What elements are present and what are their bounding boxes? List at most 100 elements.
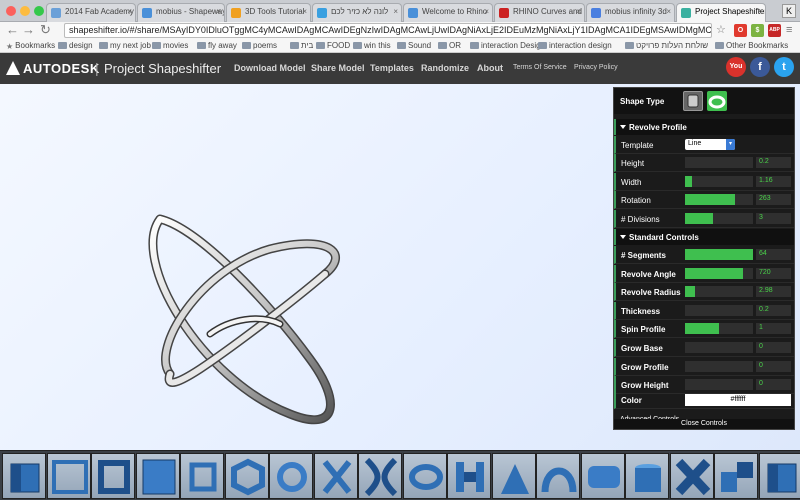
bookmark-folder[interactable]: OR — [438, 41, 461, 50]
cylinder-shape-button[interactable] — [683, 91, 703, 111]
control-slider[interactable] — [685, 304, 753, 316]
control-slider[interactable] — [685, 323, 753, 335]
template-thumbnail[interactable] — [536, 453, 580, 499]
control-value-input[interactable]: 263 — [756, 194, 791, 206]
browser-tab[interactable]: לונה לא כזיר לכם × — [312, 3, 402, 22]
star-icon[interactable]: ☆ — [716, 23, 726, 37]
facebook-icon[interactable]: f — [750, 57, 770, 77]
control-value-input[interactable]: 0.2 — [756, 157, 791, 168]
template-thumbnail[interactable] — [224, 453, 269, 499]
close-tab-icon[interactable]: × — [393, 7, 398, 16]
terms-link[interactable]: Terms Of Service — [513, 64, 567, 71]
control-value-input[interactable]: 0 — [756, 342, 791, 353]
template-thumbnail[interactable] — [625, 453, 669, 499]
browser-tab[interactable]: Project Shapeshifter × — [676, 3, 766, 22]
control-value-input[interactable]: 1.16 — [756, 175, 791, 187]
bookmark-folder[interactable]: my next job — [99, 41, 151, 50]
menu-icon[interactable]: ≡ — [786, 23, 792, 37]
bookmark-folder[interactable]: poems — [242, 41, 277, 50]
control-value-input[interactable]: 3 — [756, 212, 791, 224]
bookmark-folder[interactable]: Sound — [397, 41, 431, 50]
close-tab-icon[interactable]: × — [127, 7, 132, 16]
browser-tab[interactable]: 3D Tools Tutorial × — [226, 3, 311, 22]
adblock-extension-icon[interactable]: ABP — [768, 24, 781, 37]
color-input[interactable]: #ffffff — [685, 394, 791, 406]
template-thumbnail[interactable] — [313, 453, 358, 499]
close-window-icon[interactable] — [6, 6, 16, 16]
template-thumbnail[interactable] — [402, 453, 447, 499]
randomize-link[interactable]: Randomize — [421, 63, 469, 73]
privacy-link[interactable]: Privacy Policy — [574, 64, 618, 71]
template-thumbnail[interactable] — [580, 453, 625, 499]
close-tab-icon[interactable]: × — [576, 7, 581, 16]
bookmarks-star-item[interactable]: ★ Bookmarks — [6, 41, 55, 51]
control-value-input[interactable]: 720 — [756, 267, 791, 279]
control-slider[interactable] — [685, 194, 753, 206]
share-model-link[interactable]: Share Model — [311, 63, 365, 73]
control-slider[interactable] — [685, 249, 753, 260]
control-value-input[interactable]: 0 — [756, 379, 791, 391]
template-thumbnail[interactable] — [269, 453, 313, 499]
template-thumbnail[interactable] — [91, 453, 135, 499]
control-slider[interactable] — [685, 212, 753, 224]
bookmark-folder[interactable]: interaction Design — [470, 41, 545, 50]
template-thumbnail[interactable] — [46, 453, 91, 499]
close-tab-icon[interactable]: × — [757, 7, 762, 16]
bookmark-folder[interactable]: movies — [152, 41, 188, 50]
back-arrow-icon[interactable]: ← — [6, 23, 19, 37]
reload-icon[interactable]: ↻ — [40, 23, 51, 37]
close-controls-button[interactable]: Close Controls — [614, 419, 794, 429]
download-model-link[interactable]: Download Model — [234, 63, 306, 73]
bookmark-folder[interactable]: fly away — [197, 41, 237, 50]
browser-tab[interactable]: mobius - Shapeways × — [137, 3, 225, 22]
control-value-input[interactable]: 0 — [756, 360, 791, 372]
youtube-icon[interactable]: You — [726, 57, 746, 77]
bookmark-folder[interactable]: interaction design — [538, 41, 612, 50]
close-tab-icon[interactable]: × — [666, 7, 671, 16]
close-tab-icon[interactable]: × — [216, 7, 221, 16]
template-thumbnail[interactable] — [358, 453, 402, 499]
template-select[interactable]: Line ▾ — [685, 139, 735, 150]
browser-tab[interactable]: 2014 Fab Academy × — [46, 3, 136, 22]
browser-tab[interactable]: Welcome to Rhino × — [403, 3, 493, 22]
control-slider[interactable] — [685, 360, 753, 372]
browser-tab[interactable]: mobius infinity 3d × — [586, 3, 675, 22]
template-thumbnail[interactable] — [180, 453, 224, 499]
close-tab-icon[interactable]: × — [302, 7, 307, 16]
control-slider[interactable] — [685, 379, 753, 391]
template-thumbnail[interactable] — [491, 453, 536, 499]
opera-extension-icon[interactable]: O — [734, 24, 747, 37]
control-slider[interactable] — [685, 175, 753, 187]
maximize-window-icon[interactable] — [34, 6, 44, 16]
bookmark-folder[interactable]: בית — [290, 41, 313, 50]
control-value-input[interactable]: 1 — [756, 323, 791, 335]
control-value-input[interactable]: 0.2 — [756, 304, 791, 316]
bookmark-folder[interactable]: שולחת העלות פרויקט — [625, 41, 708, 50]
control-value-input[interactable]: 64 — [756, 249, 791, 260]
bookmark-folder[interactable]: design — [58, 41, 93, 50]
ring-shape-button[interactable] — [707, 91, 727, 111]
minimize-window-icon[interactable] — [20, 6, 30, 16]
template-thumbnail[interactable] — [669, 453, 714, 499]
control-value-input[interactable]: 2.98 — [756, 286, 791, 298]
template-thumbnail[interactable] — [135, 453, 180, 499]
template-thumbnail[interactable] — [447, 453, 491, 499]
standard-controls-header[interactable]: Standard Controls — [614, 229, 794, 245]
forward-arrow-icon[interactable]: → — [22, 23, 35, 37]
twitter-icon[interactable]: t — [774, 57, 794, 77]
control-slider[interactable] — [685, 267, 753, 279]
about-link[interactable]: About — [477, 63, 503, 73]
address-bar[interactable]: shapeshifter.io/#/share/MSAyIDY0IDluOTgg… — [64, 23, 712, 38]
price-extension-icon[interactable]: $ — [751, 24, 764, 37]
revolve-profile-header[interactable]: Revolve Profile — [614, 119, 794, 135]
templates-link[interactable]: Templates — [370, 63, 414, 73]
bookmark-folder[interactable]: win this — [353, 41, 391, 50]
template-thumbnail[interactable] — [758, 453, 800, 499]
browser-tab[interactable]: RHINO Curves and × — [494, 3, 585, 22]
bookmark-folder[interactable]: FOOD — [316, 41, 350, 50]
bookmark-folder[interactable]: Other Bookmarks — [715, 41, 788, 50]
control-slider[interactable] — [685, 342, 753, 353]
template-thumbnail[interactable] — [714, 453, 758, 499]
template-thumbnail[interactable] — [2, 453, 46, 499]
control-slider[interactable] — [685, 157, 753, 168]
